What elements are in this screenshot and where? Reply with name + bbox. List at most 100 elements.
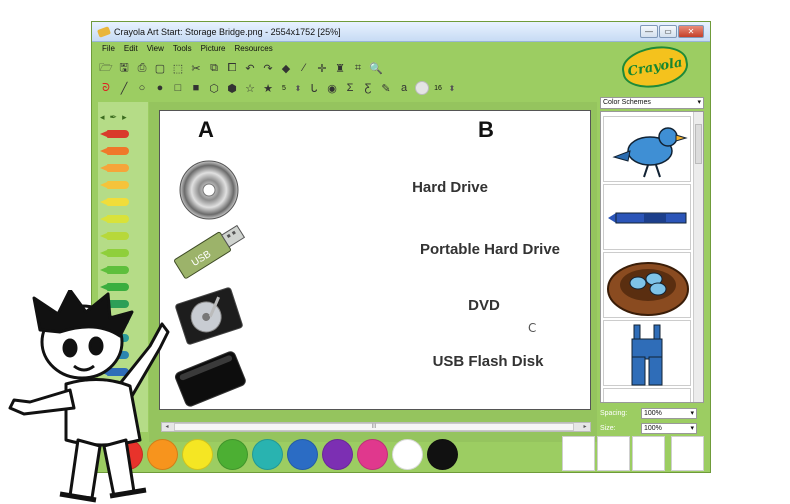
zoom-icon[interactable]: 🔍 <box>369 61 383 75</box>
crayon-color-0[interactable] <box>100 130 129 138</box>
menu-tools[interactable]: Tools <box>173 44 192 53</box>
paint-color-4[interactable] <box>252 438 283 470</box>
crayon-color-6[interactable] <box>100 232 129 240</box>
spacing-select[interactable]: 100% ▾ <box>641 408 697 419</box>
hexagon-icon[interactable]: ⬡ <box>207 81 221 95</box>
dvd-disc-image <box>179 160 239 220</box>
menu-edit[interactable]: Edit <box>124 44 138 53</box>
line-icon[interactable]: ╱ <box>117 81 131 95</box>
vertical-scrollbar-thumb[interactable] <box>695 124 702 164</box>
window-title: Crayola Art Start: Storage Bridge.png - … <box>114 26 341 37</box>
open-folder-icon[interactable]: 🗁 <box>99 61 113 75</box>
sigma-icon[interactable]: Σ <box>343 81 357 95</box>
canvas-area: A B USB Hard Drive Portable Hard Drive D… <box>149 102 597 442</box>
recent-color-slot[interactable] <box>632 436 665 471</box>
crayon-prev-icon[interactable]: ◂ <box>100 112 105 123</box>
chevron-down-icon: ▾ <box>690 425 694 432</box>
rectangle-filled-icon[interactable]: ■ <box>189 81 203 95</box>
crayon-stamp-thumb[interactable] <box>603 184 691 250</box>
overalls-stamp-thumb[interactable] <box>603 320 691 386</box>
save-icon[interactable]: 🖫 <box>117 61 131 75</box>
paint-color-9[interactable] <box>427 438 458 470</box>
crayon-color-4[interactable] <box>100 198 129 206</box>
scroll-right-icon[interactable]: ▸ <box>580 423 590 431</box>
shape-toolbar: ᘐ ╱ ○ ● □ ■ ⬡ ⬢ ☆ ★ 5 ⬍ ᒐ ◉ Σ Ƹ ✎ a 16 ⬍ <box>99 79 457 97</box>
stamp-icon[interactable]: ♜ <box>333 61 347 75</box>
paste-icon[interactable]: ⧠ <box>225 61 239 75</box>
paint-color-3[interactable] <box>217 438 248 470</box>
paint-color-7[interactable] <box>357 438 388 470</box>
crayon-color-2[interactable] <box>100 164 129 172</box>
ellipse-outline-icon[interactable]: ○ <box>135 81 149 95</box>
cartoon-boy-illustration <box>8 290 170 503</box>
ellipse-filled-icon[interactable]: ● <box>153 81 167 95</box>
bird-stamp-thumb[interactable] <box>603 116 691 182</box>
title-bar: Crayola Art Start: Storage Bridge.png - … <box>92 22 710 42</box>
close-button[interactable]: ✕ <box>678 25 704 38</box>
fill-bucket-icon[interactable]: ◆ <box>279 61 293 75</box>
sigma-filled-icon[interactable]: Ƹ <box>361 81 375 95</box>
partial-stamp-thumb[interactable] <box>603 388 691 402</box>
menu-resources[interactable]: Resources <box>234 44 272 53</box>
overalls-image <box>631 324 663 386</box>
minimize-button[interactable]: — <box>640 25 658 38</box>
recent-color-slot[interactable] <box>562 436 595 471</box>
scrollbar-thumb[interactable]: III <box>174 423 574 431</box>
brush-size-stepper[interactable]: ⬍ <box>293 84 303 93</box>
label-usb-flash-disk: USB Flash Disk <box>432 353 544 370</box>
crosshair-icon[interactable]: ✛ <box>315 61 329 75</box>
hexagon-filled-icon[interactable]: ⬢ <box>225 81 239 95</box>
recent-color-slot[interactable] <box>597 436 630 471</box>
cut-icon[interactable]: ✂ <box>189 61 203 75</box>
size-label: Size: <box>600 425 616 432</box>
column-b-heading: B <box>478 117 494 142</box>
select-cursor-icon[interactable]: ⬚ <box>171 61 185 75</box>
drawing-canvas[interactable]: A B USB Hard Drive Portable Hard Drive D… <box>159 110 591 410</box>
eyedropper-icon[interactable]: ⁄ <box>297 61 311 75</box>
star-outline-icon[interactable]: ☆ <box>243 81 257 95</box>
blue-crayon-image <box>608 212 687 224</box>
text-icon[interactable]: a <box>397 81 411 95</box>
label-portable-hard-drive: Portable Hard Drive <box>419 241 561 258</box>
paint-color-8[interactable] <box>392 438 423 470</box>
vertical-scrollbar[interactable] <box>693 112 703 402</box>
pen-icon[interactable]: ✎ <box>379 81 393 95</box>
nest-stamp-thumb[interactable] <box>603 252 691 318</box>
recent-color-slot[interactable] <box>671 436 704 471</box>
redo-icon[interactable]: ↷ <box>261 61 275 75</box>
undo-icon[interactable]: ↶ <box>243 61 257 75</box>
copy-icon[interactable]: ⧉ <box>207 61 221 75</box>
column-a-heading: A <box>198 117 214 142</box>
crayon-color-5[interactable] <box>100 215 129 223</box>
maximize-button[interactable]: ▭ <box>659 25 677 38</box>
stamp-size-stepper[interactable]: ⬍ <box>447 84 457 93</box>
freehand-icon[interactable]: ᘐ <box>99 81 113 95</box>
star-filled-icon[interactable]: ★ <box>261 81 275 95</box>
crayon-next-icon[interactable]: ▸ <box>122 112 127 123</box>
color-schemes-select-value: Color Schemes <box>603 99 651 106</box>
print-icon[interactable]: ⎙ <box>135 61 149 75</box>
rectangle-outline-icon[interactable]: □ <box>171 81 185 95</box>
crayon-color-3[interactable] <box>100 181 129 189</box>
paint-color-6[interactable] <box>322 438 353 470</box>
crop-icon[interactable]: ⌗ <box>351 61 365 75</box>
horizontal-scrollbar[interactable]: ◂ III ▸ <box>161 422 591 432</box>
current-color-swatch[interactable] <box>415 81 429 95</box>
new-page-icon[interactable]: ▢ <box>153 61 167 75</box>
speech-bubble-icon[interactable]: ◉ <box>325 81 339 95</box>
crayon-color-7[interactable] <box>100 249 129 257</box>
size-select[interactable]: 100% ▾ <box>641 423 697 434</box>
color-schemes-select[interactable]: Color Schemes ▾ <box>600 97 704 109</box>
resources-panel: Color Schemes ▾ Spacing: 100% ▾ Size: 10… <box>600 97 706 437</box>
menu-picture[interactable]: Picture <box>201 44 226 53</box>
brush-tool-icon[interactable]: ✒ <box>110 112 118 123</box>
label-dvd: DVD <box>468 297 500 314</box>
crayon-color-8[interactable] <box>100 266 129 274</box>
curve-icon[interactable]: ᒐ <box>307 81 321 95</box>
recent-colors <box>562 436 704 471</box>
main-toolbar: 🗁 🖫 ⎙ ▢ ⬚ ✂ ⧉ ⧠ ↶ ↷ ◆ ⁄ ✛ ♜ ⌗ 🔍 <box>99 59 383 77</box>
menu-file[interactable]: File <box>102 44 115 53</box>
paint-color-5[interactable] <box>287 438 318 470</box>
menu-view[interactable]: View <box>147 44 164 53</box>
crayon-color-1[interactable] <box>100 147 129 155</box>
